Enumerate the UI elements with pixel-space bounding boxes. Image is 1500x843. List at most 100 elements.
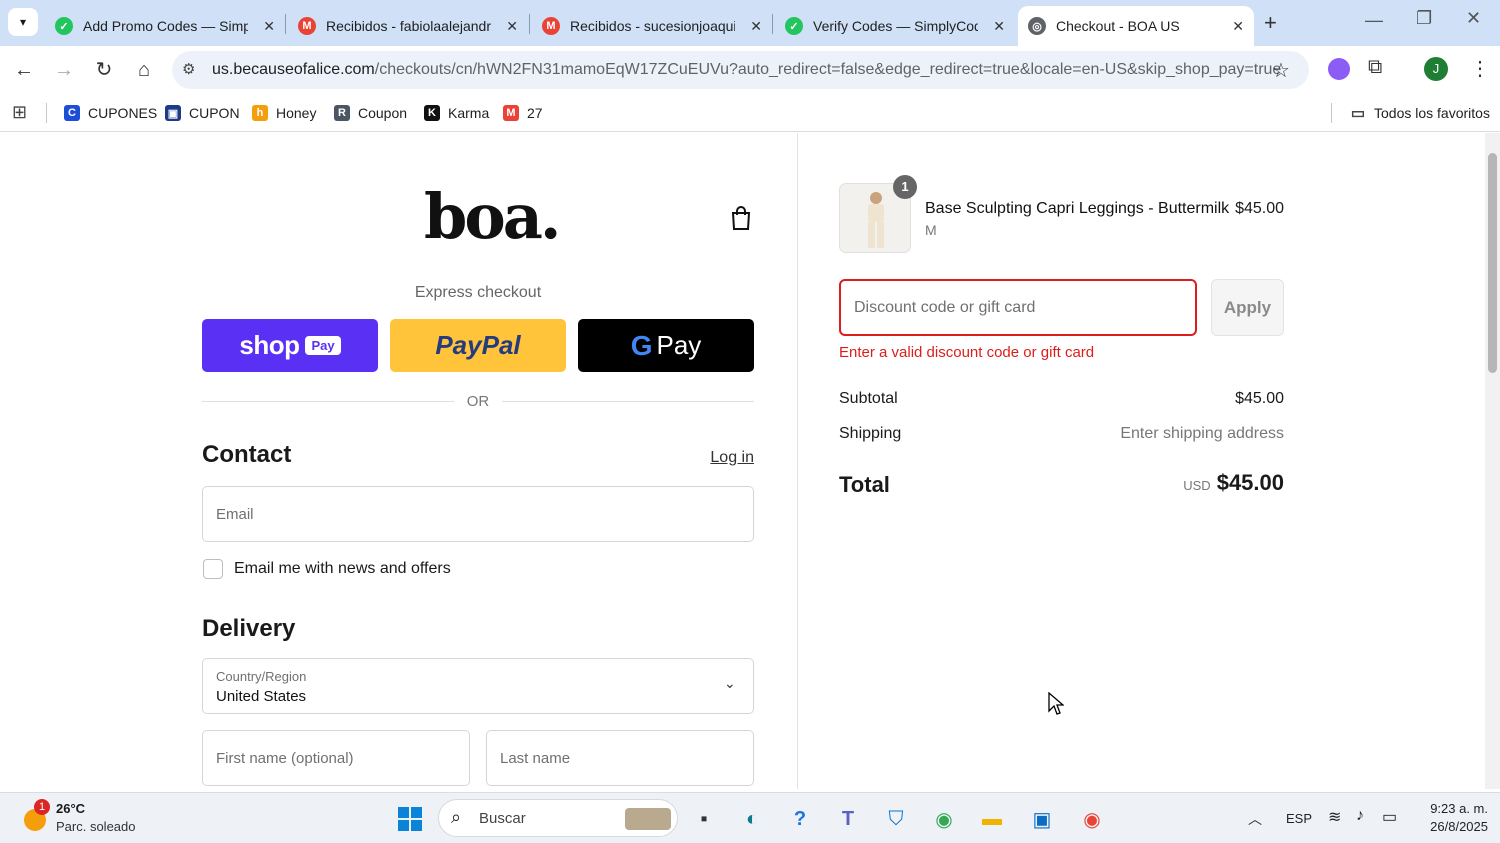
edge-icon[interactable]: ◐ — [736, 803, 768, 835]
shop-pay-button[interactable]: shop Pay — [202, 319, 378, 372]
discount-placeholder: Discount code or gift card — [854, 298, 1036, 316]
order-summary: 1 Base Sculpting Capri Leggings - Butter… — [797, 133, 1485, 789]
shop-label: shop — [239, 330, 300, 360]
login-link[interactable]: Log in — [700, 449, 754, 467]
tab-checkout-boa[interactable]: ◎ Checkout - BOA US ✕ — [1018, 6, 1254, 46]
window-close-button[interactable]: ✕ — [1466, 8, 1481, 29]
shipping-label: Shipping — [839, 425, 902, 442]
battery-icon[interactable]: ▭ — [1382, 807, 1397, 827]
first-name-field[interactable]: First name (optional) — [202, 730, 470, 786]
taskbar-search-box[interactable]: ⌕ Buscar — [438, 799, 678, 837]
first-name-placeholder: First name (optional) — [216, 749, 354, 767]
close-icon[interactable]: ✕ — [993, 18, 1005, 35]
site-info-icon[interactable]: ⚙ — [182, 51, 195, 89]
all-bookmarks-folder[interactable]: ▭ Todos los favoritos — [1350, 102, 1490, 124]
remote-desktop-icon[interactable]: ▣ — [1026, 803, 1058, 835]
help-icon[interactable]: ? — [784, 803, 816, 835]
tab-title: Recibidos - fabiolaalejandria — [326, 18, 491, 34]
chrome-profile-icon[interactable]: ◉ — [928, 803, 960, 835]
bookmark-coupon[interactable]: R Coupon — [334, 102, 407, 124]
clock-time[interactable]: 9:23 a. m. — [1410, 801, 1488, 816]
email-field[interactable]: Email — [202, 486, 754, 542]
tray-chevron-up-icon[interactable]: ︿ — [1248, 809, 1262, 829]
bookmark-label: Coupon — [358, 105, 408, 121]
cart-bag-icon[interactable] — [730, 205, 752, 236]
folder-icon: ▭ — [1350, 105, 1366, 122]
tab-verify-codes[interactable]: ✓ Verify Codes — SimplyCode ✕ — [775, 6, 1015, 46]
file-explorer-icon[interactable]: ▬ — [976, 803, 1008, 835]
close-icon[interactable]: ✕ — [263, 18, 275, 35]
discount-code-field[interactable]: Discount code or gift card — [839, 279, 1197, 336]
country-label: Country/Region — [216, 669, 307, 684]
url-host: us.becauseofalice.com — [212, 61, 375, 78]
address-bar[interactable]: ⚙ us.becauseofalice.com/checkouts/cn/hWN… — [172, 51, 1309, 89]
subtotal-value: $45.00 — [1235, 390, 1284, 407]
restore-button[interactable]: ❐ — [1416, 8, 1432, 29]
tab-gmail-sucesion[interactable]: M Recibidos - sucesionjoaquin ✕ — [532, 6, 772, 46]
bookmark-karma[interactable]: K Karma — [424, 102, 489, 124]
subtotal-label: Subtotal — [839, 390, 898, 407]
simplycodes-icon: ✓ — [785, 17, 803, 35]
teams-icon[interactable]: T — [832, 803, 864, 835]
close-icon[interactable]: ✕ — [506, 18, 518, 35]
country-value: United States — [216, 688, 307, 705]
chrome-icon[interactable]: ◉ — [1076, 803, 1108, 835]
tab-search-button[interactable]: ▾ — [8, 8, 38, 36]
country-select[interactable]: Country/Region United States ⌄ — [202, 658, 754, 714]
bookmark-cupon[interactable]: ▣ CUPON — [165, 102, 240, 124]
home-icon[interactable]: ⌂ — [132, 58, 156, 82]
bookmark-27[interactable]: M 27 — [503, 102, 543, 124]
weather-widget[interactable]: 1 26°C Parc. soleado — [20, 799, 160, 837]
news-checkbox[interactable] — [203, 559, 223, 579]
tab-add-promo-codes[interactable]: ✓ Add Promo Codes — Simply ✕ — [45, 6, 285, 46]
tab-title: Add Promo Codes — Simply — [83, 18, 248, 34]
bookmark-honey[interactable]: h Honey — [252, 102, 316, 124]
weather-desc: Parc. soleado — [56, 819, 136, 834]
avatar[interactable]: J — [1424, 57, 1448, 81]
reload-icon[interactable]: ↻ — [92, 58, 116, 82]
tab-title: Checkout - BOA US — [1056, 18, 1180, 34]
forward-icon[interactable]: → — [52, 58, 76, 82]
bookmark-label: CUPONES — [88, 105, 158, 121]
tab-gmail-fabiola[interactable]: M Recibidos - fabiolaalejandria ✕ — [288, 6, 528, 46]
volume-icon[interactable]: ♪ — [1356, 807, 1364, 825]
globe-icon: ◎ — [1028, 17, 1046, 35]
google-pay-button[interactable]: G Pay — [578, 319, 754, 372]
extension-swirl-icon[interactable] — [1328, 58, 1350, 80]
weather-temp: 26°C — [56, 801, 86, 816]
store-logo[interactable]: boa. — [424, 177, 561, 257]
menu-kebab-icon[interactable]: ⋮ — [1470, 56, 1490, 81]
bookmark-cupones[interactable]: C CUPONES — [64, 102, 157, 124]
paypal-button[interactable]: PayPal — [390, 319, 566, 372]
page-scrollbar[interactable] — [1485, 133, 1500, 789]
close-icon[interactable]: ✕ — [1232, 18, 1244, 35]
clock-date[interactable]: 26/8/2025 — [1410, 819, 1488, 834]
back-icon[interactable]: ← — [12, 58, 36, 82]
quantity-badge: 1 — [893, 175, 917, 199]
wifi-icon[interactable]: ≋ — [1328, 807, 1341, 827]
minimize-button[interactable]: — — [1365, 10, 1383, 31]
apps-grid-icon[interactable]: ⊞ — [12, 102, 27, 123]
scrollbar-thumb[interactable] — [1488, 153, 1497, 373]
checkout-page: boa. Express checkout shop Pay PayPal G … — [0, 133, 1500, 789]
product-variant: M — [925, 222, 937, 238]
extensions-puzzle-icon[interactable]: ⧉ — [1368, 56, 1382, 79]
honey-icon: h — [252, 105, 268, 121]
gpay-label: Pay — [656, 330, 702, 360]
news-label[interactable]: Email me with news and offers — [234, 560, 451, 578]
delivery-heading: Delivery — [202, 615, 296, 642]
close-icon[interactable]: ✕ — [750, 18, 762, 35]
bookmark-star-icon[interactable]: ☆ — [1272, 58, 1290, 83]
app-shield-icon[interactable]: ⛉ — [880, 803, 912, 835]
tab-title: Verify Codes — SimplyCode — [813, 18, 978, 34]
total-label: Total — [839, 472, 890, 497]
apply-label: Apply — [1223, 298, 1272, 317]
task-view-icon[interactable]: ▪ — [688, 803, 720, 835]
language-indicator[interactable]: ESP — [1286, 811, 1312, 826]
new-tab-button[interactable]: + — [1264, 10, 1277, 36]
last-name-field[interactable]: Last name — [486, 730, 754, 786]
taskbar-search-placeholder: Buscar — [479, 810, 526, 827]
apply-button[interactable]: Apply — [1211, 279, 1284, 336]
start-windows-icon[interactable] — [394, 803, 426, 835]
email-placeholder: Email — [216, 505, 254, 523]
